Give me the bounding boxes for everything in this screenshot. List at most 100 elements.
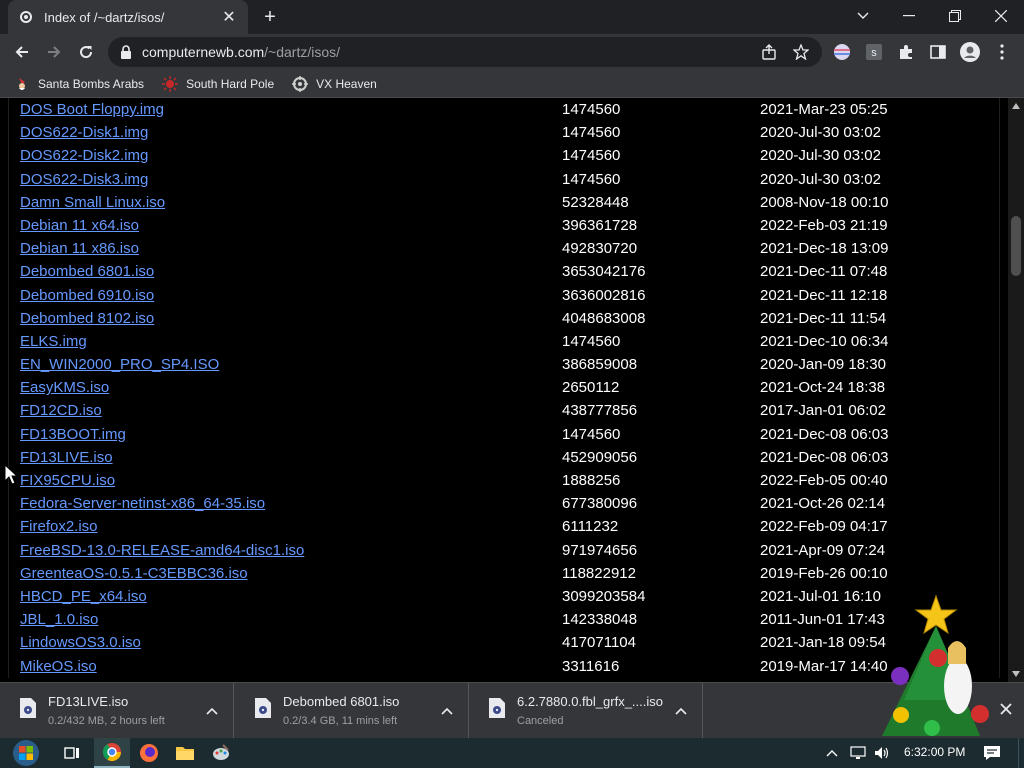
profile-icon[interactable] [960,42,980,62]
file-date: 2020-Jan-09 18:30 [760,356,886,374]
listing-row: HBCD_PE_x64.iso 3099203584 2021-Jul-01 16:… [9,585,999,608]
reload-icon [80,46,93,59]
minimize-button[interactable] [886,0,932,32]
file-link[interactable]: Debian 11 x86.iso [20,237,139,260]
file-link[interactable]: FD12CD.iso [20,399,102,422]
bookmark-item[interactable]: South Hard Pole [162,75,274,92]
file-link[interactable]: EasyKMS.iso [20,376,109,399]
lock-icon[interactable] [118,44,134,60]
chevron-up-icon[interactable] [671,701,691,721]
address-bar[interactable]: computernewb.com/~dartz/isos/ [108,37,822,67]
listing-row: FIX95CPU.iso 1888256 2022-Feb-05 00:40 [9,469,999,492]
show-desktop-button[interactable] [1018,738,1024,768]
file-link[interactable]: LindowsOS3.0.iso [20,631,141,654]
download-item[interactable]: Debombed 6801.iso 0.2/3.4 GB, 11 mins le… [235,683,469,739]
file-date: 2021-Dec-11 12:18 [760,286,888,304]
tab-close-icon[interactable]: ✕ [220,8,238,26]
file-link[interactable]: DOS622-Disk2.img [20,144,148,167]
listing-row: DOS Boot Floppy.img 1474560 2021-Mar-23 05… [9,98,999,121]
scrollbar-thumb[interactable] [1011,216,1021,276]
file-link[interactable]: Fedora-Server-netinst-x86_64-35.iso [20,492,265,515]
bookmark-item[interactable]: VX Heaven [292,75,377,92]
restore-icon [949,10,961,22]
file-link[interactable]: DOS622-Disk1.img [20,121,148,144]
restore-button[interactable] [932,0,978,32]
file-link[interactable]: FreeBSD-13.0-RELEASE-amd64-disc1.iso [20,539,304,562]
bookmark-item[interactable]: Santa Bombs Arabs [14,76,144,92]
scroll-down-arrow-icon[interactable] [1008,666,1024,682]
bookmarks-bar: Santa Bombs Arabs South Hard Pole VX Hea… [0,70,1024,98]
file-date: 2017-Jan-01 06:02 [760,402,886,420]
reload-button[interactable] [72,38,100,66]
chevron-up-icon[interactable] [437,701,457,721]
puzzle-icon[interactable] [896,42,916,62]
taskbar-file-explorer[interactable] [170,738,200,768]
chevron-up-icon[interactable] [202,701,222,721]
file-link[interactable]: EN_WIN2000_PRO_SP4.ISO [20,353,219,376]
listing-row: FD13BOOT.img 1474560 2021-Dec-08 06:03 [9,423,999,446]
arrow-left-icon [15,46,28,58]
download-item[interactable]: FD13LIVE.iso 0.2/432 MB, 2 hours left [0,683,234,739]
listing-row: Damn Small Linux.iso 52328448 2008-Nov-18 … [9,191,999,214]
side-panel-icon[interactable] [928,42,948,62]
url-host: computernewb.com [142,44,265,60]
file-link[interactable]: Firefox2.iso [20,515,98,538]
file-size: 1474560 [562,332,621,350]
listing-row: Firefox2.iso 6111232 2022-Feb-09 04:17 [9,515,999,538]
file-size: 3099203584 [562,587,646,605]
file-link[interactable]: HBCD_PE_x64.iso [20,585,147,608]
file-link[interactable]: Debombed 6910.iso [20,284,154,307]
file-link[interactable]: DOS622-Disk3.img [20,168,148,191]
file-size: 971974656 [562,541,638,559]
tab-active[interactable]: Index of /~dartz/isos/ ✕ [8,0,248,34]
listing-row: FreeBSD-13.0-RELEASE-amd64-disc1.iso 9719… [9,539,999,562]
network-icon[interactable] [848,738,868,768]
file-date: 2021-Dec-11 11:54 [760,309,887,327]
extension-globe-icon[interactable] [832,42,852,62]
file-link[interactable]: FD13BOOT.img [20,423,126,446]
share-icon[interactable] [761,44,777,60]
new-tab-button[interactable]: + [258,5,282,29]
task-view-icon [64,747,79,759]
close-window-button[interactable] [978,0,1024,32]
file-size: 1888256 [562,472,621,489]
task-view-button[interactable] [58,738,86,768]
scroll-up-arrow-icon[interactable] [1008,98,1024,114]
file-link[interactable]: Damn Small Linux.iso [20,191,165,214]
notification-icon[interactable] [980,738,1004,768]
tab-search-button[interactable] [840,0,886,32]
file-link[interactable]: MikeOS.iso [20,655,97,678]
listing-row: DOS622-Disk2.img 1474560 2020-Jul-30 03:02 [9,144,999,167]
taskbar-chrome[interactable] [94,738,130,768]
back-button[interactable] [8,38,36,66]
file-size: 396361728 [562,216,638,234]
file-date: 2020-Jul-30 03:02 [760,124,881,142]
file-date: 2019-Feb-26 00:10 [760,564,888,582]
file-link[interactable]: Debombed 8102.iso [20,307,154,330]
forward-button[interactable] [40,38,68,66]
taskbar-firefox[interactable] [134,738,164,768]
arrow-right-icon [48,46,61,58]
file-link[interactable]: DOS Boot Floppy.img [20,98,164,121]
file-link[interactable]: GreenteaOS-0.5.1-C3EBBC36.iso [20,562,248,585]
file-link[interactable]: FD13LIVE.iso [20,446,113,469]
file-link[interactable]: ELKS.img [20,330,87,353]
file-link[interactable]: FIX95CPU.iso [20,469,115,492]
file-link[interactable]: Debombed 6801.iso [20,260,154,283]
tray-chevron-up-icon[interactable] [822,738,842,768]
kebab-menu-icon[interactable] [992,42,1012,62]
download-filename: Debombed 6801.iso [283,694,400,709]
download-item[interactable]: 6.2.7880.0.fbl_grfx_....iso Canceled [469,683,703,739]
taskbar-paint[interactable] [206,738,236,768]
file-link[interactable]: Debian 11 x64.iso [20,214,139,237]
star-icon[interactable] [793,44,809,60]
url-text[interactable]: computernewb.com/~dartz/isos/ [142,44,340,60]
volume-icon[interactable] [872,738,892,768]
page-scrollbar[interactable] [1008,98,1024,682]
start-button[interactable] [6,738,46,768]
extension-s-icon[interactable]: s [864,42,884,62]
download-status: 0.2/3.4 GB, 11 mins left [283,715,398,727]
file-link[interactable]: JBL_1.0.iso [20,608,98,631]
taskbar-clock[interactable]: 6:32:00 PM [904,745,965,759]
file-size: 1474560 [562,170,621,188]
